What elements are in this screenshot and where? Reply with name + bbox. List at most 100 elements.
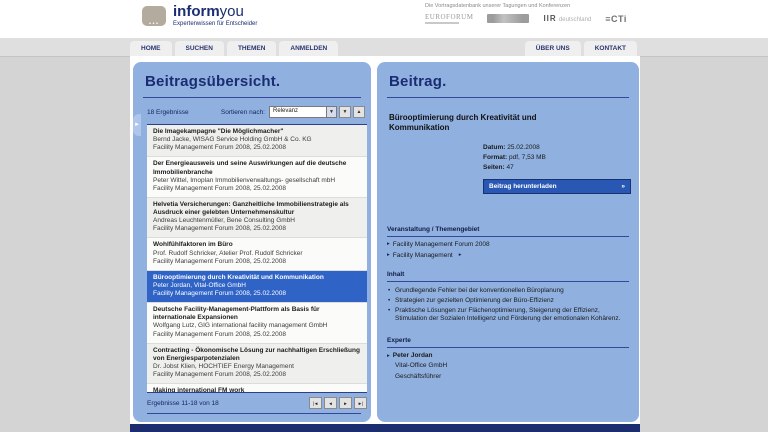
results-panel: ◄ Beitragsübersicht. 18 Ergebnisse Sorti… [133, 62, 371, 422]
sort-selected-value: Relevanz [270, 107, 326, 117]
brand-logo[interactable]: ... informyou Expertenwissen für Entsche… [142, 4, 257, 27]
item-title: Wohlfühlfaktoren im Büro [153, 241, 361, 249]
brand-text: informyou Expertenwissen für Entscheider [173, 4, 257, 27]
header: ... informyou Expertenwissen für Entsche… [0, 0, 768, 38]
nav-inner: HOME SUCHEN THEMEN ANMELDEN ÜBER UNS KON… [130, 38, 640, 56]
sort-label: Sortieren nach: [221, 109, 265, 116]
event-section: Veranstaltung / Themengebiet ▸ Facility … [387, 226, 629, 259]
detail-panel: Beitrag. Bürooptimierung durch Kreativit… [377, 62, 639, 422]
list-item-selected[interactable]: Bürooptimierung durch Kreativität und Ko… [147, 271, 367, 303]
meta-date: Datum: 25.02.2008 [483, 143, 631, 153]
content-section-heading: Inhalt [387, 271, 629, 282]
item-event: Facility Management Forum 2008, 25.02.20… [153, 290, 361, 298]
triangle-bullet-icon: ▸ [387, 353, 390, 359]
item-title: Bürooptimierung durch Kreativität und Ko… [153, 274, 361, 282]
page: ... informyou Expertenwissen für Entsche… [0, 0, 768, 432]
item-author: Wolfgang Lutz, GIG international facilit… [153, 322, 361, 330]
results-panel-title: Beitragsübersicht. [145, 73, 359, 90]
article-meta: Datum: 25.02.2008 Format: pdf, 7,53 MB S… [483, 143, 631, 173]
content-bullet-list: Grundlegende Fehler bei der konventionel… [387, 287, 629, 324]
triangle-bullet-icon: ▸ [387, 252, 390, 258]
cti-logo[interactable]: ≡CTi [605, 14, 627, 24]
list-item[interactable]: Making international FM work Stefan Wolt… [147, 384, 367, 393]
next-page-button[interactable]: ► [339, 397, 352, 409]
list-item[interactable]: Der Energieausweis und seine Auswirkunge… [147, 157, 367, 198]
nav-anmelden[interactable]: ANMELDEN [279, 41, 338, 56]
article-title: Bürooptimierung durch Kreativität und Ko… [389, 113, 574, 134]
list-item[interactable]: Wohlfühlfaktoren im Büro Prof. Rudolf Sc… [147, 238, 367, 270]
meta-format: Format: pdf, 7,53 MB [483, 153, 631, 163]
brand-tagline: Expertenwissen für Entscheider [173, 21, 257, 27]
meta-pages: Seiten: 47 [483, 163, 631, 173]
meta-pages-label: Seiten: [483, 164, 505, 171]
list-item[interactable]: Contracting - Ökonomische Lösung zur nac… [147, 344, 367, 385]
last-page-button[interactable]: ►| [354, 397, 367, 409]
item-title: Helvetia Versicherungen: Ganzheitliche I… [153, 201, 361, 217]
item-author: Bernd Jacke, WISAG Service Holding GmbH … [153, 136, 361, 144]
event-topic-link-label: Facility Management [393, 252, 453, 259]
partner-row: EUROFORUM IIR deutschland ≡CTi [425, 13, 690, 24]
divider [143, 97, 361, 98]
double-arrow-icon: » [621, 183, 625, 190]
item-author: Prof. Rudolf Schricker, Atelier Prof. Ru… [153, 250, 361, 258]
item-author: Andreas Leuchtenmüller, Bene Consulting … [153, 217, 361, 225]
meta-format-label: Format: [483, 154, 507, 161]
nav-home[interactable]: HOME [130, 41, 172, 56]
item-author: Peter Jordan, Vital-Office GmbH [153, 282, 361, 290]
item-event: Facility Management Forum 2008, 25.02.20… [153, 185, 361, 193]
detail-panel-title: Beitrag. [389, 73, 627, 90]
euroforum-subline [425, 22, 459, 24]
expert-company: Vital-Office GmbH [395, 361, 629, 370]
item-title: Der Energieausweis und seine Auswirkunge… [153, 160, 361, 176]
list-item[interactable]: Die Imagekampagne "Die Möglichmacher" Be… [147, 125, 367, 157]
partner-logos: Die Vortragsdatenbank unserer Tagungen u… [425, 3, 690, 24]
results-count: 18 Ergebnisse [147, 109, 221, 116]
content-bullet: Praktische Lösungen zur Flächenoptimieru… [387, 307, 629, 325]
meta-date-label: Datum: [483, 144, 505, 151]
iir-label: IIR [543, 14, 556, 23]
item-title: Making international FM work [153, 387, 361, 393]
list-item[interactable]: Deutsche Facility-Management-Plattform a… [147, 303, 367, 344]
download-button[interactable]: Beitrag herunterladen » [483, 179, 631, 194]
meta-pages-value: 47 [506, 164, 513, 171]
collapse-arrow-icon: ◄ [134, 122, 140, 128]
expert-section-heading: Experte [387, 337, 629, 348]
expert-name: Peter Jordan [393, 352, 433, 359]
item-title: Contracting - Ökonomische Lösung zur nac… [153, 347, 361, 363]
nav-ueber-uns[interactable]: ÜBER UNS [525, 41, 581, 56]
expert-name-link[interactable]: ▸ Peter Jordan [387, 352, 629, 359]
brand-name-bold: inform [173, 3, 220, 20]
sort-ascending-button[interactable]: ▲ [353, 106, 365, 118]
expert-section: Experte ▸ Peter Jordan Vital-Office GmbH… [387, 337, 629, 381]
meta-date-value: 25.02.2008 [507, 144, 540, 151]
item-title: Deutsche Facility-Management-Plattform a… [153, 306, 361, 322]
download-button-label: Beitrag herunterladen [489, 183, 621, 190]
divider [147, 413, 361, 414]
previous-page-button[interactable]: ◄ [324, 397, 337, 409]
euroforum-logo[interactable]: EUROFORUM [425, 13, 473, 24]
footer-bar [130, 424, 640, 432]
item-author: Peter Wittel, Imoplan Immobilienverwaltu… [153, 177, 361, 185]
nav-kontakt[interactable]: KONTAKT [584, 41, 637, 56]
item-title: Die Imagekampagne "Die Möglichmacher" [153, 128, 361, 136]
first-page-button[interactable]: |◄ [309, 397, 322, 409]
item-event: Facility Management Forum 2008, 25.02.20… [153, 331, 361, 339]
partner-logo-box[interactable] [487, 14, 529, 23]
item-event: Facility Management Forum 2008, 25.02.20… [153, 144, 361, 152]
nav-suchen[interactable]: SUCHEN [175, 41, 224, 56]
content-section: Inhalt Grundlegende Fehler bei der konve… [387, 271, 629, 325]
sort-select[interactable]: Relevanz ▼ [269, 106, 337, 118]
euroforum-label: EUROFORUM [425, 13, 473, 21]
list-item[interactable]: Helvetia Versicherungen: Ganzheitliche I… [147, 198, 367, 239]
content-bullet: Grundlegende Fehler bei der konventionel… [387, 287, 629, 296]
event-forum-link[interactable]: ▸ Facility Management Forum 2008 [387, 241, 629, 248]
event-forum-link-label: Facility Management Forum 2008 [393, 241, 490, 248]
brand-name: informyou [173, 4, 257, 20]
collapse-panel-tab[interactable]: ◄ [133, 114, 141, 136]
event-topic-link[interactable]: ▸ Facility Management ▸ [387, 252, 629, 259]
iir-logo[interactable]: IIR deutschland [543, 14, 591, 23]
sort-descending-button[interactable]: ▼ [339, 106, 351, 118]
chevron-down-icon[interactable]: ▼ [326, 107, 336, 117]
brand-dots-icon: ... [142, 6, 166, 26]
nav-themen[interactable]: THEMEN [227, 41, 276, 56]
